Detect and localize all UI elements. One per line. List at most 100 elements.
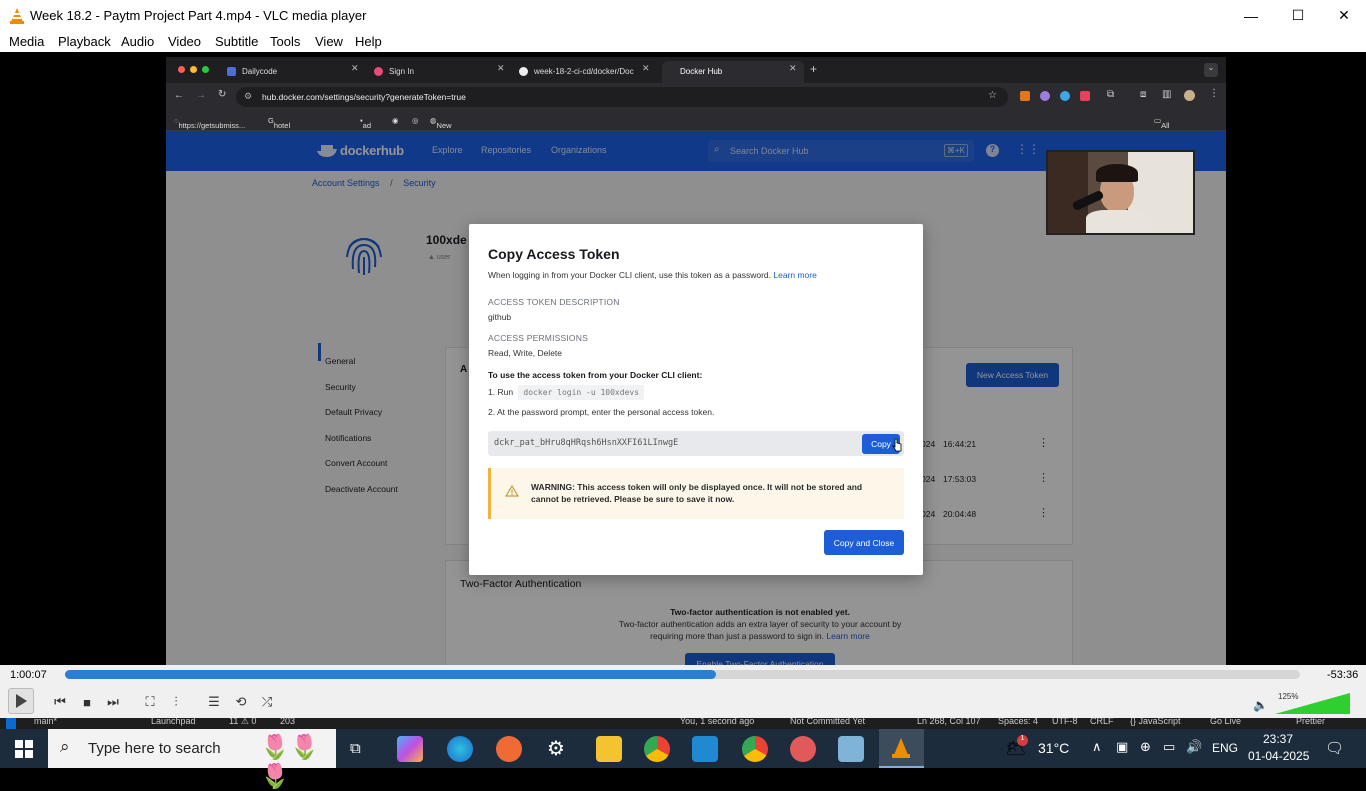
status-prettier: Prettier xyxy=(1296,718,1326,726)
browser-address-bar: ← → ↻ ⚙ hub.docker.com/settings/security… xyxy=(166,83,1226,111)
tab-search-chevron-icon[interactable]: ⌄ xyxy=(1204,63,1218,77)
playlist-button[interactable]: ☰ xyxy=(202,690,226,714)
speaker-icon[interactable]: 🔈 xyxy=(1253,698,1268,712)
chrome-icon[interactable] xyxy=(644,736,670,762)
menu-audio[interactable]: Audio xyxy=(121,34,154,49)
play-button[interactable] xyxy=(8,688,34,714)
extended-settings-button[interactable]: ⫶ xyxy=(164,690,188,714)
tab-label: Dailycode xyxy=(242,67,278,76)
vlc-taskbar-button[interactable] xyxy=(879,729,924,768)
shuffle-button[interactable]: ⤮ xyxy=(255,690,279,714)
network-globe-icon[interactable]: ⊕ xyxy=(1140,739,1151,755)
stop-button[interactable]: ■ xyxy=(75,690,99,714)
menu-help[interactable]: Help xyxy=(355,34,382,49)
taskbar-search-input[interactable]: ⌕ Type here to search 🌷🌷🌷 xyxy=(48,729,336,790)
clock-time[interactable]: 23:37 xyxy=(1263,732,1293,746)
vscode-icon[interactable] xyxy=(692,736,718,762)
bookmark-item[interactable]: ▪ ad xyxy=(360,116,371,130)
next-button[interactable]: ⏭ xyxy=(101,690,125,714)
volume-slider[interactable] xyxy=(1275,693,1350,715)
cast-icon[interactable]: ⧈ xyxy=(1140,89,1146,100)
language-indicator[interactable]: ENG xyxy=(1212,741,1238,755)
tray-icon[interactable]: ▣ xyxy=(1116,739,1128,755)
app-icon[interactable] xyxy=(838,736,864,762)
tab-favicon-icon xyxy=(374,67,383,76)
reload-icon[interactable]: ↻ xyxy=(218,89,226,100)
metamask-icon[interactable] xyxy=(1020,91,1030,101)
back-icon[interactable]: ← xyxy=(174,90,184,101)
file-explorer-icon[interactable] xyxy=(596,736,622,762)
previous-button[interactable]: ⏮ xyxy=(48,690,72,714)
windows-start-icon[interactable] xyxy=(15,740,33,758)
extension-icon[interactable] xyxy=(1060,91,1070,101)
notifications-icon[interactable]: 🗨 xyxy=(1325,739,1344,757)
bookmark-label: ad xyxy=(362,121,372,130)
playback-controls: ⏮ ■ ⏭ ⛶ ⫶ ☰ ⟲ ⤮ 🔈 125% xyxy=(0,685,1366,718)
chrome-profile-icon[interactable] xyxy=(742,736,768,762)
menu-playback[interactable]: Playback xyxy=(58,34,111,49)
browser-tab[interactable]: Dailycode xyxy=(224,61,366,83)
loop-icon: ⟲ xyxy=(235,694,247,709)
extension-icon[interactable] xyxy=(1040,91,1050,101)
access-token-field[interactable]: dckr_pat_bHru8qHRqsh6HsnXXFI61LInwgE xyxy=(488,431,904,456)
bookmark-item[interactable]: ◌ https://getsubmiss... xyxy=(174,116,245,130)
menu-media[interactable]: Media xyxy=(9,34,44,49)
extension-icon[interactable] xyxy=(1080,91,1090,101)
tab-close-icon[interactable]: ✕ xyxy=(789,63,797,74)
menu-view[interactable]: View xyxy=(315,34,343,49)
sidepanel-icon[interactable]: ▥ xyxy=(1162,89,1171,100)
bookmark-item[interactable]: G hotel in paris - Go... xyxy=(268,116,290,166)
bookmark-icon-only[interactable]: ◉ xyxy=(392,116,399,125)
menu-subtitle[interactable]: Subtitle xyxy=(215,34,258,49)
webcam-background-door xyxy=(1048,152,1088,233)
edge-icon[interactable] xyxy=(447,736,473,762)
fullscreen-button[interactable]: ⛶ xyxy=(138,690,162,714)
volume-tray-icon[interactable]: 🔊 xyxy=(1186,739,1202,755)
video-area[interactable]: Dailycode ✕ Sign In ✕ week-18-2-ci-cd/do… xyxy=(0,52,1366,665)
learn-more-link[interactable]: Learn more xyxy=(773,270,816,280)
more-menu-icon[interactable]: ⋮ xyxy=(1209,88,1219,99)
tray-chevron-icon[interactable]: ∧ xyxy=(1092,739,1102,755)
fullscreen-icon: ⛶ xyxy=(145,694,155,709)
settings-gear-icon[interactable]: ⚙ xyxy=(547,736,565,761)
bookmark-icon-only[interactable]: ◎ xyxy=(412,116,419,125)
browser-tab[interactable]: week-18-2-ci-cd/docker/Doc xyxy=(516,61,656,83)
browser-tab[interactable]: Sign In xyxy=(371,61,513,83)
seek-bar-row: 1:00:07 -53:36 xyxy=(0,665,1366,685)
vlc-title-bar: Week 18.2 - Paytm Project Part 4.mp4 - V… xyxy=(0,0,1366,31)
tab-close-icon[interactable]: ✕ xyxy=(642,63,650,74)
step-1: 1. Run docker login -u 100xdevs xyxy=(488,385,645,400)
all-bookmarks[interactable]: ▭ All Bookmarks xyxy=(1154,116,1199,139)
tab-close-icon[interactable]: ✕ xyxy=(497,63,505,74)
copy-access-token-modal: Copy Access Token When logging in from y… xyxy=(469,224,923,575)
bookmark-item[interactable]: ◍ New Tab xyxy=(430,116,452,139)
clock-date[interactable]: 01-04-2025 xyxy=(1248,749,1309,763)
seek-slider[interactable] xyxy=(65,670,1300,679)
task-view-icon[interactable]: ⧉ xyxy=(350,740,361,757)
menu-video[interactable]: Video xyxy=(168,34,201,49)
app-icon[interactable] xyxy=(496,736,522,762)
extensions-puzzle-icon[interactable]: ⧉ xyxy=(1107,89,1114,100)
site-settings-icon[interactable]: ⚙ xyxy=(244,91,252,102)
app-icon[interactable] xyxy=(790,736,816,762)
forward-icon[interactable]: → xyxy=(196,90,206,101)
copilot-icon[interactable] xyxy=(397,736,423,762)
new-tab-icon[interactable]: + xyxy=(810,62,817,76)
bookmark-star-icon[interactable]: ☆ xyxy=(988,90,997,101)
profile-avatar[interactable] xyxy=(1184,90,1195,101)
webcam-overlay xyxy=(1046,150,1195,235)
menu-tools[interactable]: Tools xyxy=(270,34,300,49)
url-field[interactable]: ⚙ hub.docker.com/settings/security?gener… xyxy=(236,87,1008,107)
browser-tab-active[interactable]: Docker Hub xyxy=(662,61,804,83)
tab-label: Sign In xyxy=(389,67,414,76)
tab-close-icon[interactable]: ✕ xyxy=(351,63,359,74)
status-git-branch: main* xyxy=(34,718,58,726)
warning-banner: WARNING: This access token will only be … xyxy=(488,468,904,519)
copy-and-close-button[interactable]: Copy and Close xyxy=(824,530,904,555)
loop-button[interactable]: ⟲ xyxy=(229,690,253,714)
status-blame: You, 1 second ago xyxy=(680,718,755,726)
minimize-button[interactable]: — xyxy=(1228,0,1274,31)
close-button[interactable]: ✕ xyxy=(1321,0,1366,31)
maximize-button[interactable]: ☐ xyxy=(1275,0,1321,31)
battery-icon[interactable]: ▭ xyxy=(1163,739,1175,755)
